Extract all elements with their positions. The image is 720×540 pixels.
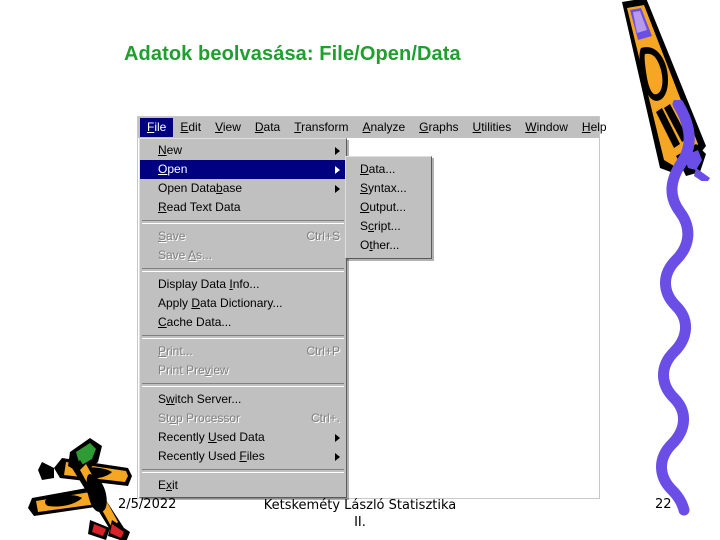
menu-item-label: New — [158, 143, 183, 157]
page-title: Adatok beolvasása: File/Open/Data — [124, 43, 461, 65]
open-submenu-item-data[interactable]: Data... — [346, 160, 431, 179]
file-menu-item-switch-server[interactable]: Switch Server... — [140, 390, 346, 409]
crayon-icon — [622, 0, 710, 181]
footer-page-number: 22 — [655, 497, 672, 512]
file-menu-item-cache-data[interactable]: Cache Data... — [140, 313, 346, 332]
menu-item-label: Save As... — [158, 248, 213, 262]
menu-item-label: Stop Processor — [158, 411, 241, 425]
menu-item-shortcut: Ctrl+. — [310, 411, 340, 425]
menubar-item-analyze[interactable]: Analyze — [355, 118, 412, 137]
menu-item-label: Save — [158, 229, 186, 243]
squiggle-line-icon — [656, 100, 695, 516]
menu-separator — [142, 268, 344, 272]
application-window: File Edit View Data Transform Analyze Graphs Ut… — [137, 116, 607, 499]
file-menu-item-exit[interactable]: Exit — [140, 476, 346, 495]
menu-item-label: Script... — [360, 219, 401, 233]
submenu-arrow-icon — [335, 433, 340, 442]
menu-item-label: Print Preview — [158, 363, 229, 377]
menu-separator — [142, 469, 344, 473]
file-menu-item-apply-data-dictionary[interactable]: Apply Data Dictionary... — [140, 294, 346, 313]
menu-item-label: Data... — [360, 162, 396, 176]
menubar-item-transform[interactable]: Transform — [287, 118, 355, 137]
menu-item-label: Display Data Info... — [158, 277, 260, 291]
menu-item-label: Other... — [360, 238, 400, 252]
footer-center-text: Ketskeméty László Statisztika II. — [0, 497, 720, 531]
open-submenu-item-output[interactable]: Output... — [346, 198, 431, 217]
menubar-item-data[interactable]: Data — [248, 118, 287, 137]
file-menu-item-print: Print... Ctrl+P — [140, 342, 346, 361]
submenu-arrow-icon — [335, 184, 340, 193]
menubar-item-window[interactable]: Window — [518, 118, 575, 137]
file-menu-item-recently-used-files[interactable]: Recently Used Files — [140, 447, 346, 466]
menubar-item-view[interactable]: View — [208, 118, 248, 137]
menubar-item-utilities[interactable]: Utilities — [466, 118, 519, 137]
menu-separator — [142, 335, 344, 339]
menubar-item-graphs[interactable]: Graphs — [412, 118, 465, 137]
menu-item-label: Read Text Data — [158, 200, 241, 214]
open-submenu-item-syntax[interactable]: Syntax... — [346, 179, 431, 198]
file-menu-item-read-text-data[interactable]: Read Text Data — [140, 198, 346, 217]
open-submenu-item-script[interactable]: Script... — [346, 217, 431, 236]
open-submenu-item-other[interactable]: Other... — [346, 236, 431, 255]
menu-item-label: Exit — [158, 478, 179, 492]
file-menu-item-save-as: Save As... — [140, 246, 346, 265]
menubar-item-edit[interactable]: Edit — [173, 118, 208, 137]
file-menu-item-save: Save Ctrl+S — [140, 227, 346, 246]
menu-bar: File Edit View Data Transform Analyze Graphs Ut… — [138, 117, 607, 138]
menu-item-label: Open Database — [158, 181, 243, 195]
submenu-arrow-icon — [335, 146, 340, 155]
menu-item-label: Output... — [360, 200, 407, 214]
menu-separator — [142, 220, 344, 224]
menu-separator — [142, 383, 344, 387]
file-menu-item-print-preview: Print Preview — [140, 361, 346, 380]
footer-center-label: Ketskeméty László Statisztika II. — [263, 498, 457, 530]
submenu-arrow-icon — [335, 452, 340, 461]
menu-item-label: Syntax... — [360, 181, 407, 195]
menu-item-label: Open — [158, 162, 188, 176]
menu-item-shortcut: Ctrl+P — [306, 344, 340, 358]
menu-item-label: Recently Used Files — [158, 449, 265, 463]
menu-item-label: Switch Server... — [158, 392, 242, 406]
submenu-arrow-icon — [335, 165, 340, 174]
file-menu-item-open-database[interactable]: Open Database — [140, 179, 346, 198]
file-menu-item-recently-used-data[interactable]: Recently Used Data — [140, 428, 346, 447]
menu-item-shortcut: Ctrl+S — [306, 229, 340, 243]
file-menu-item-new[interactable]: New — [140, 141, 346, 160]
file-menu-item-display-data-info[interactable]: Display Data Info... — [140, 275, 346, 294]
menu-item-label: Print... — [158, 344, 193, 358]
menu-item-label: Apply Data Dictionary... — [158, 296, 283, 310]
file-menu-item-open[interactable]: Open — [140, 160, 346, 179]
menu-item-label: Recently Used Data — [158, 430, 265, 444]
open-submenu[interactable]: Data... Syntax... Output... Script... Other.… — [345, 156, 432, 259]
file-dropdown-menu[interactable]: New Open Open Database Read Text Data Save Ct… — [139, 138, 347, 498]
file-menu-item-stop-processor: Stop Processor Ctrl+. — [140, 409, 346, 428]
menubar-item-file[interactable]: File — [140, 118, 174, 137]
menu-item-label: Cache Data... — [158, 315, 232, 329]
menubar-item-help[interactable]: Help — [575, 118, 614, 137]
